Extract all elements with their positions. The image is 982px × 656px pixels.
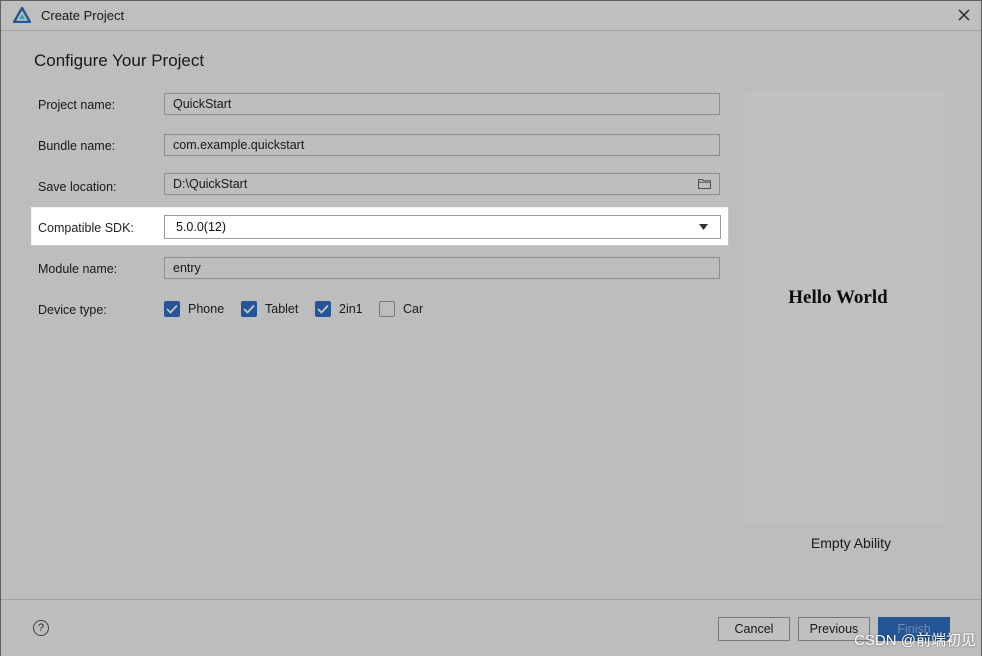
close-button[interactable] [953,4,975,26]
device-type-label: Device type: [38,303,107,317]
watermark: CSDN @前端初见 [854,632,976,649]
create-project-dialog: Create Project Configure Your Project Pr… [0,0,982,656]
bundle-name-input[interactable]: com.example.quickstart [164,134,720,156]
dialog-content: Configure Your Project Project name: Qui… [1,31,981,599]
check-icon [317,304,329,314]
checkbox-2in1-label: 2in1 [339,302,363,316]
template-preview: Hello World [745,91,945,523]
bundle-name-label: Bundle name: [38,139,116,153]
compatible-sdk-value: 5.0.0(12) [176,220,227,234]
project-name-label: Project name: [38,98,116,112]
save-location-value: D:\QuickStart [173,177,248,191]
folder-icon[interactable] [698,178,711,189]
check-icon [166,304,178,314]
check-icon [243,304,255,314]
checkbox-2in1[interactable] [315,301,331,317]
compatible-sdk-label: Compatible SDK: [38,221,134,235]
project-name-input[interactable]: QuickStart [164,93,720,115]
checkbox-tablet-label: Tablet [265,302,299,316]
close-icon [958,9,970,21]
window-title: Create Project [41,8,125,23]
help-button[interactable]: ? [33,620,49,636]
harmony-logo-icon [12,6,32,24]
compatible-sdk-select[interactable]: 5.0.0(12) [164,215,721,239]
save-location-label: Save location: [38,180,117,194]
dialog-footer: ? Cancel Previous Finish [1,599,981,656]
checkbox-phone[interactable] [164,301,180,317]
title-bar: Create Project [1,1,981,31]
dropdown-arrow-icon [699,224,708,230]
module-name-label: Module name: [38,262,118,276]
checkbox-tablet[interactable] [241,301,257,317]
cancel-button[interactable]: Cancel [718,617,790,641]
checkbox-car-label: Car [403,302,424,316]
page-title: Configure Your Project [34,51,205,70]
save-location-input[interactable]: D:\QuickStart [164,173,720,195]
preview-hello-world: Hello World [788,287,888,308]
module-name-input[interactable]: entry [164,257,720,279]
template-name: Empty Ability [810,535,892,551]
checkbox-car[interactable] [379,301,395,317]
checkbox-phone-label: Phone [188,302,225,316]
